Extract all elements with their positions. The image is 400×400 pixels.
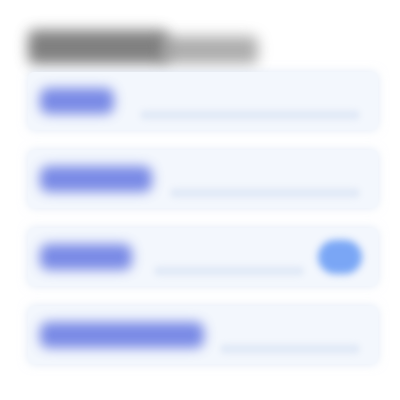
- toggle-switch[interactable]: [318, 240, 362, 274]
- list-item[interactable]: [28, 228, 378, 286]
- list-item[interactable]: [28, 306, 378, 364]
- list-item-detail: [170, 188, 360, 198]
- settings-list: [28, 72, 378, 384]
- list-item[interactable]: [28, 72, 378, 130]
- list-item-label-blur: [40, 244, 132, 270]
- list-item-detail: [154, 266, 304, 276]
- list-item[interactable]: [28, 150, 378, 208]
- page-title: [28, 28, 260, 68]
- list-item-label-blur: [40, 322, 204, 348]
- list-item-detail: [140, 110, 360, 120]
- list-item-label-blur: [40, 166, 152, 192]
- list-item-label-blur: [40, 88, 114, 114]
- list-item-detail: [220, 344, 360, 354]
- screen: [0, 0, 400, 400]
